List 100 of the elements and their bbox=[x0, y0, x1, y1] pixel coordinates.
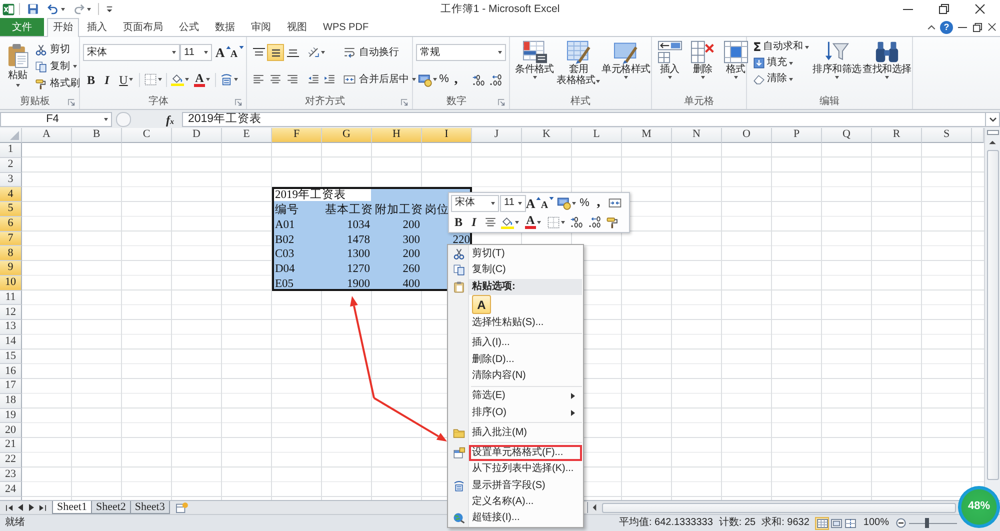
ribbon-tab[interactable]: 视图 bbox=[279, 18, 315, 36]
ribbon-tab[interactable]: WPS PDF bbox=[315, 18, 377, 36]
dialog-launcher-button[interactable] bbox=[67, 98, 76, 106]
comma-style-button[interactable]: , bbox=[450, 71, 462, 88]
borders-button[interactable] bbox=[142, 71, 164, 88]
cell-styles-button[interactable]: 单元格样式 bbox=[601, 39, 651, 95]
column-header[interactable]: F bbox=[272, 128, 322, 143]
column-header[interactable]: A bbox=[22, 128, 72, 143]
number-format-field[interactable]: 常规 bbox=[416, 44, 506, 61]
split-handle[interactable] bbox=[986, 130, 998, 135]
scrollbar-thumb[interactable] bbox=[602, 502, 956, 512]
menu-item[interactable]: 设置单元格格式(F)... bbox=[469, 444, 582, 462]
sheet-tab[interactable]: Sheet1 bbox=[52, 501, 92, 514]
column-header[interactable]: D bbox=[172, 128, 222, 143]
column-header[interactable]: Q bbox=[822, 128, 872, 143]
paste-button[interactable]: 粘贴 bbox=[3, 39, 32, 95]
shrink-font-button[interactable]: A bbox=[230, 44, 244, 61]
scrollbar-thumb[interactable] bbox=[986, 150, 998, 480]
underline-button[interactable]: U bbox=[115, 71, 137, 88]
column-header[interactable]: N bbox=[672, 128, 722, 143]
row-header[interactable]: 13 bbox=[0, 320, 22, 335]
copy-button[interactable]: 复制 bbox=[32, 58, 83, 75]
column-header[interactable]: O bbox=[722, 128, 772, 143]
row-header[interactable]: 5 bbox=[0, 202, 22, 217]
dialog-launcher-button[interactable] bbox=[234, 98, 243, 106]
splitter-handle[interactable] bbox=[116, 112, 131, 127]
row-header[interactable]: 15 bbox=[0, 350, 22, 364]
font-size-field[interactable]: 11 bbox=[500, 194, 526, 212]
zoom-out-button[interactable] bbox=[895, 518, 906, 528]
row-header[interactable]: 16 bbox=[0, 364, 22, 379]
font-size-field[interactable]: 11 bbox=[180, 44, 212, 61]
clear-button[interactable]: 清除 bbox=[750, 71, 812, 87]
sort-filter-button[interactable]: 排序和筛选 bbox=[812, 39, 862, 95]
close-button[interactable] bbox=[985, 20, 999, 34]
font-name-field[interactable]: 宋体 bbox=[83, 44, 180, 61]
name-box[interactable]: F4 bbox=[0, 112, 112, 127]
menu-item[interactable]: 排序(O) bbox=[469, 404, 582, 421]
row-header[interactable]: 2 bbox=[0, 158, 22, 172]
row-header[interactable]: 22 bbox=[0, 452, 22, 468]
row-header[interactable]: 24 bbox=[0, 482, 22, 497]
grow-font-button[interactable]: A bbox=[527, 194, 540, 212]
column-header[interactable]: K bbox=[522, 128, 572, 143]
shrink-font-button[interactable]: A bbox=[541, 194, 554, 212]
menu-item[interactable]: 复制(C) bbox=[469, 262, 582, 279]
row-header[interactable]: 8 bbox=[0, 246, 22, 261]
column-header[interactable]: P bbox=[772, 128, 822, 143]
row-header[interactable]: 12 bbox=[0, 305, 22, 320]
column-header[interactable]: M bbox=[622, 128, 672, 143]
comma-style-button[interactable]: , bbox=[592, 194, 605, 212]
ribbon-tab[interactable]: 页面布局 bbox=[115, 18, 171, 36]
percent-style-button[interactable]: % bbox=[438, 71, 450, 88]
row-header[interactable]: 21 bbox=[0, 438, 22, 453]
menu-item[interactable]: 插入(I)... bbox=[469, 335, 582, 352]
fill-button[interactable]: 填充 bbox=[750, 55, 812, 71]
menu-item[interactable]: 选择性粘贴(S)... bbox=[469, 314, 582, 332]
format-as-table-button[interactable]: 套用 表格格式 bbox=[556, 39, 601, 95]
expand-formula-bar-button[interactable] bbox=[986, 112, 1000, 127]
merge-center-button[interactable]: 合并后居中 bbox=[340, 71, 419, 88]
column-header[interactable]: L bbox=[572, 128, 622, 143]
bold-button[interactable]: B bbox=[83, 71, 99, 88]
autosum-button[interactable]: Σ 自动求和 bbox=[750, 39, 812, 55]
column-header[interactable]: B bbox=[72, 128, 122, 143]
ribbon-tab[interactable]: 数据 bbox=[207, 18, 243, 36]
row-header[interactable]: 14 bbox=[0, 334, 22, 350]
menu-item[interactable]: 剪切(T) bbox=[469, 246, 582, 262]
formula-input[interactable]: 2019年工资表 bbox=[182, 112, 986, 127]
find-select-button[interactable]: 查找和选择 bbox=[862, 39, 912, 95]
wrap-text-button[interactable]: 自动换行 bbox=[340, 44, 402, 61]
menu-item[interactable]: 超链接(I)... bbox=[469, 510, 582, 526]
row-header[interactable]: 9 bbox=[0, 261, 22, 276]
middle-align-button[interactable] bbox=[267, 44, 284, 61]
column-header[interactable]: G bbox=[322, 128, 372, 143]
delete-cells-button[interactable]: 删除 bbox=[688, 39, 717, 95]
column-header[interactable]: I bbox=[422, 128, 472, 143]
row-header[interactable]: 6 bbox=[0, 216, 22, 232]
page-break-view-button[interactable] bbox=[843, 516, 858, 530]
sheet-tab[interactable]: Sheet3 bbox=[130, 501, 170, 514]
ribbon-tab[interactable]: 开始 bbox=[47, 18, 79, 37]
row-header[interactable]: 20 bbox=[0, 423, 22, 438]
column-header[interactable]: H bbox=[372, 128, 422, 143]
column-header[interactable]: E bbox=[222, 128, 272, 143]
column-header[interactable]: C bbox=[122, 128, 172, 143]
row-header[interactable]: 7 bbox=[0, 232, 22, 246]
format-painter-button[interactable]: 格式刷 bbox=[32, 75, 83, 92]
ribbon-tab[interactable]: 公式 bbox=[171, 18, 207, 36]
row-header[interactable]: 3 bbox=[0, 172, 22, 188]
menu-item[interactable]: 插入批注(M) bbox=[469, 424, 582, 441]
row-header[interactable]: 4 bbox=[0, 187, 22, 202]
grow-font-button[interactable]: A bbox=[216, 44, 230, 61]
menu-item[interactable]: 从下拉列表中选择(K)... bbox=[469, 461, 582, 478]
ribbon-tab[interactable]: 插入 bbox=[79, 18, 115, 36]
help-button[interactable]: ? bbox=[940, 20, 953, 34]
italic-button[interactable]: I bbox=[467, 214, 481, 230]
row-header[interactable]: 11 bbox=[0, 290, 22, 306]
dialog-launcher-button[interactable] bbox=[497, 98, 506, 106]
insert-cells-button[interactable]: 插入 bbox=[655, 39, 684, 95]
menu-item[interactable]: 显示拼音字段(S) bbox=[469, 478, 582, 494]
row-header[interactable]: 1 bbox=[0, 143, 22, 158]
percent-style-button[interactable]: % bbox=[578, 194, 591, 212]
format-cells-button[interactable]: 格式 bbox=[721, 39, 750, 95]
